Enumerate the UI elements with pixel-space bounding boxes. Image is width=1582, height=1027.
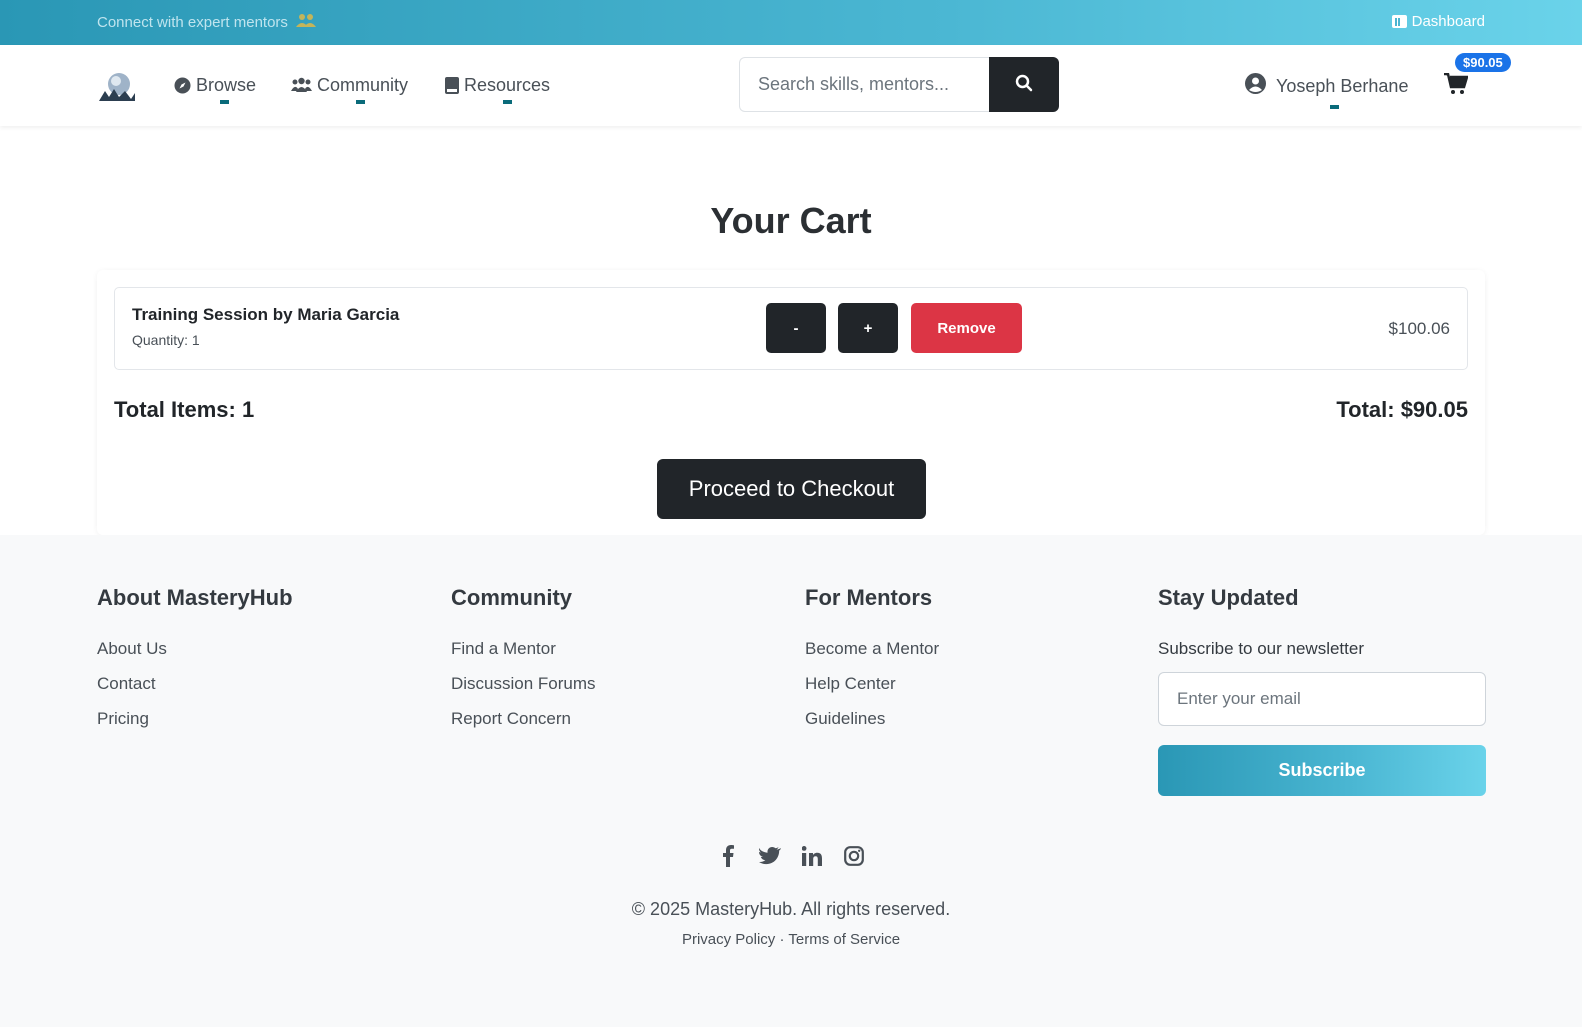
- footer-heading: About MasteryHub: [97, 585, 293, 610]
- main-navbar: Browse Community Resources Yoseph Berhan…: [0, 45, 1582, 126]
- facebook-icon[interactable]: [717, 845, 739, 867]
- footer-column-about: About MasteryHub About Us Contact Pricin…: [97, 585, 293, 744]
- cart-total-badge: $90.05: [1455, 53, 1511, 72]
- checkout-button[interactable]: Proceed to Checkout: [657, 459, 926, 519]
- dashboard-link[interactable]: Dashboard: [1391, 13, 1485, 30]
- cart-panel: Training Session by Maria Garcia Quantit…: [97, 270, 1485, 535]
- compass-icon: [174, 77, 191, 94]
- search-bar: [739, 57, 1059, 112]
- cart-item: Training Session by Maria Garcia Quantit…: [114, 287, 1468, 370]
- users-icon: [291, 77, 312, 94]
- cart-icon: [1444, 72, 1469, 99]
- page-title: Your Cart: [710, 200, 872, 241]
- search-button[interactable]: [989, 57, 1059, 112]
- tagline: Connect with expert mentors: [97, 13, 316, 31]
- tagline-text: Connect with expert mentors: [97, 13, 288, 31]
- book-icon: [445, 77, 459, 94]
- social-links: [0, 845, 1582, 867]
- item-quantity: Quantity: 1: [132, 332, 200, 348]
- terms-link[interactable]: Terms of Service: [788, 931, 900, 948]
- user-name: Yoseph Berhane: [1276, 75, 1409, 96]
- footer-link-about-us[interactable]: About Us: [97, 639, 293, 659]
- footer-link-contact[interactable]: Contact: [97, 674, 293, 694]
- footer-heading: Community: [451, 585, 572, 610]
- users-icon: [295, 13, 316, 31]
- linkedin-icon[interactable]: [801, 845, 823, 867]
- footer-heading: Stay Updated: [1158, 585, 1299, 610]
- nav-indicator: [503, 100, 512, 104]
- item-name: Training Session by Maria Garcia: [132, 305, 400, 324]
- footer-link-become-mentor[interactable]: Become a Mentor: [805, 639, 939, 659]
- footer-link-find-mentor[interactable]: Find a Mentor: [451, 639, 596, 659]
- nav-browse-label: Browse: [196, 75, 257, 95]
- total-price: Total: $90.05: [1336, 397, 1468, 422]
- footer: About MasteryHub About Us Contact Pricin…: [0, 535, 1582, 1027]
- user-menu[interactable]: Yoseph Berhane: [1245, 73, 1409, 109]
- increment-button[interactable]: +: [838, 303, 898, 353]
- top-banner: Connect with expert mentors Dashboard: [0, 0, 1582, 45]
- item-price: $100.06: [1388, 319, 1450, 338]
- dashboard-icon: [1391, 15, 1407, 28]
- dashboard-label: Dashboard: [1411, 13, 1485, 30]
- cart-button[interactable]: [1444, 72, 1469, 100]
- nav-browse[interactable]: Browse: [174, 75, 257, 104]
- twitter-icon[interactable]: [759, 845, 781, 867]
- footer-heading: For Mentors: [805, 585, 933, 610]
- footer-column-mentors: For Mentors Become a Mentor Help Center …: [805, 585, 939, 744]
- total-items: Total Items: 1: [114, 397, 255, 422]
- footer-link-forums[interactable]: Discussion Forums: [451, 674, 596, 694]
- privacy-policy-link[interactable]: Privacy Policy: [682, 931, 775, 948]
- footer-column-community: Community Find a Mentor Discussion Forum…: [451, 585, 596, 744]
- nav-community-label: Community: [317, 75, 409, 95]
- nav-community[interactable]: Community: [291, 75, 409, 104]
- copyright: © 2025 MasteryHub. All rights reserved.: [631, 899, 951, 919]
- subscribe-button[interactable]: Subscribe: [1158, 745, 1486, 796]
- legal-separator: ·: [775, 931, 789, 948]
- logo[interactable]: [97, 69, 137, 103]
- footer-link-guidelines[interactable]: Guidelines: [805, 709, 939, 729]
- footer-link-help-center[interactable]: Help Center: [805, 674, 939, 694]
- legal-links: Privacy Policy · Terms of Service: [0, 931, 1582, 948]
- footer-column-newsletter: Stay Updated Subscribe to our newsletter…: [1158, 585, 1486, 796]
- nav-resources-label: Resources: [464, 75, 551, 95]
- footer-link-report[interactable]: Report Concern: [451, 709, 596, 729]
- nav-resources[interactable]: Resources: [445, 75, 551, 104]
- instagram-icon[interactable]: [843, 845, 865, 867]
- search-icon: [1015, 74, 1033, 95]
- newsletter-email-input[interactable]: [1158, 672, 1486, 726]
- remove-button[interactable]: Remove: [911, 303, 1022, 353]
- user-avatar-icon: [1245, 73, 1266, 99]
- decrement-button[interactable]: -: [766, 303, 826, 353]
- search-input[interactable]: [739, 57, 989, 112]
- newsletter-label: Subscribe to our newsletter: [1158, 639, 1364, 658]
- nav-indicator: [220, 100, 229, 104]
- nav-indicator: [356, 100, 365, 104]
- footer-link-pricing[interactable]: Pricing: [97, 709, 293, 729]
- nav-indicator: [1330, 105, 1339, 109]
